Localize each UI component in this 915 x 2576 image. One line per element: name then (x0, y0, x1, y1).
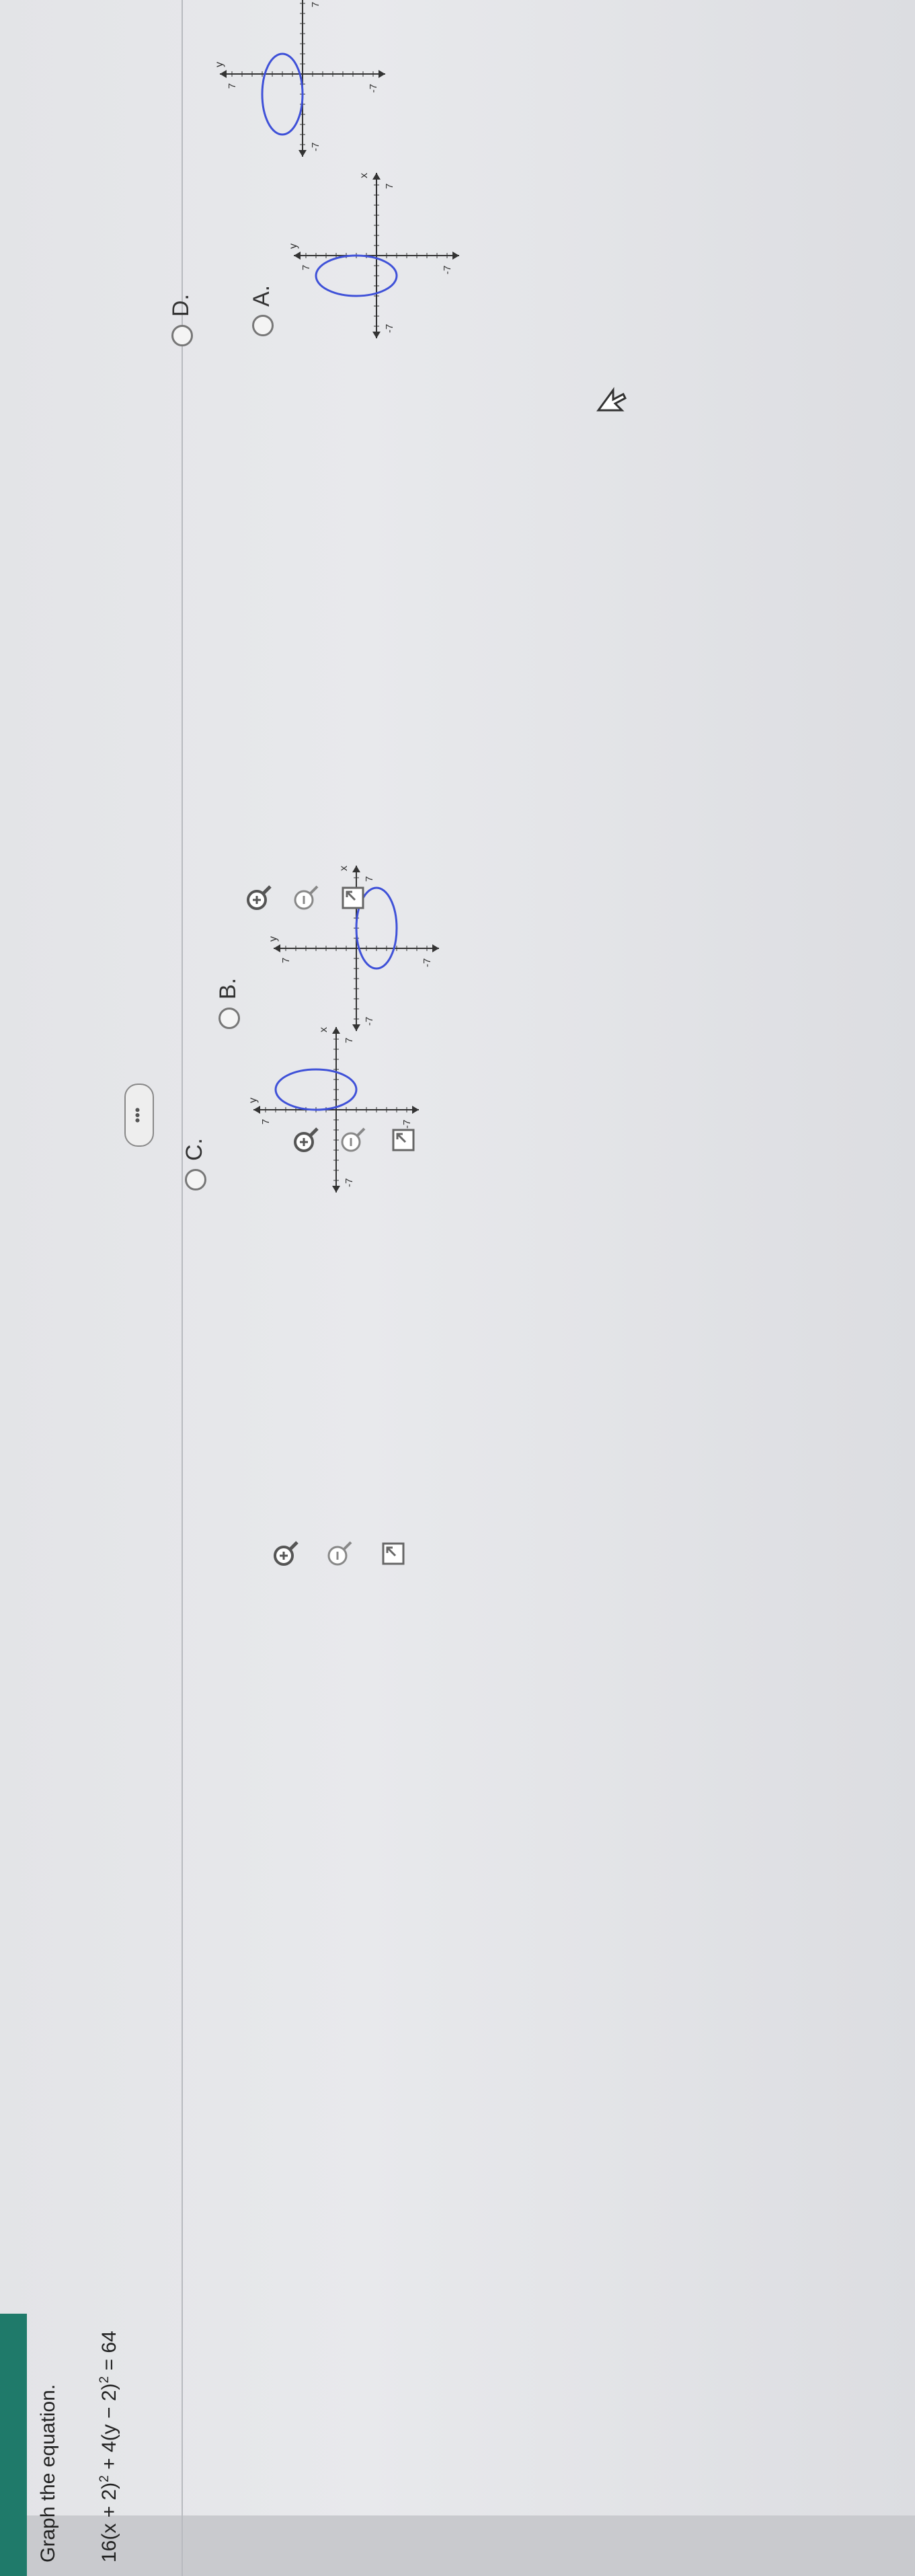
y-tick-label-pos: 7 (227, 83, 238, 89)
y-tick-label-pos: 7 (280, 958, 292, 963)
x-arrow-right (372, 173, 381, 180)
divider (182, 0, 183, 2576)
y-tick-label-neg: -7 (422, 958, 433, 967)
x-axis-label: x (358, 173, 370, 178)
zoom-out-icon (294, 881, 325, 915)
y-tick-label-neg: -7 (368, 84, 379, 93)
x-tick-label-pos: 7 (344, 1038, 355, 1043)
ellipse-curve (274, 1068, 358, 1111)
radio-icon[interactable] (218, 1008, 241, 1029)
radio-icon[interactable] (252, 315, 274, 336)
option-d-radio[interactable]: D. (168, 294, 194, 346)
radio-icon[interactable] (185, 1169, 207, 1190)
x-arrow-right (332, 1027, 340, 1034)
zoom-out-icon (327, 1537, 359, 1570)
y-axis-label: y (288, 243, 299, 249)
coordinate-plane: xy7-77-7 (214, 0, 385, 157)
ellipse-curve (261, 52, 304, 136)
page: Graph the equation. 16(x + 2)2 + 4(y − 2… (0, 0, 915, 2576)
x-tick-label-neg: -7 (310, 143, 321, 151)
mouse-cursor-icon (595, 383, 629, 417)
zoom-out-button-b[interactable] (323, 1537, 356, 1570)
question-equation: 16(x + 2)2 + 4(y − 2)2 = 64 (97, 2331, 120, 2563)
option-a-radio[interactable]: A. (249, 285, 275, 336)
option-c-radio[interactable]: C. (182, 1138, 208, 1190)
option-b-radio[interactable]: B. (215, 978, 241, 1029)
y-arrow-down (432, 944, 439, 952)
expand-button-a[interactable] (387, 1123, 420, 1157)
zoom-out-button-a[interactable] (336, 1123, 370, 1157)
x-tick-label-pos: 7 (384, 184, 395, 189)
y-axis-label: y (268, 936, 279, 942)
ellipse-curve (315, 254, 398, 297)
expand-icon (382, 1537, 413, 1570)
x-arrow-left (372, 332, 381, 338)
x-arrow-right (352, 866, 360, 872)
y-arrow-up (220, 70, 227, 78)
expand-icon (342, 881, 372, 915)
coordinate-plane: x y 7 -7 7 -7 (288, 173, 459, 338)
radio-icon[interactable] (171, 325, 194, 346)
expand-icon (392, 1123, 423, 1157)
y-arrow-down (452, 252, 459, 260)
y-arrow-up (294, 252, 301, 260)
y-tick-label-pos: 7 (260, 1119, 272, 1125)
zoom-in-button-b[interactable] (269, 1537, 303, 1570)
y-arrow-down (412, 1106, 419, 1114)
x-tick-label-neg: -7 (344, 1178, 355, 1187)
question-panel: Graph the equation. 16(x + 2)2 + 4(y − 2… (0, 0, 915, 2576)
coordinate-plane: xy7-77-7 (247, 1027, 419, 1192)
zoom-out-icon (341, 1123, 372, 1157)
expand-button-c[interactable] (336, 881, 370, 915)
zoom-in-button-a[interactable] (289, 1123, 323, 1157)
option-d-graph: xy7-77-7 (214, 0, 390, 161)
x-axis-label: x (318, 1027, 329, 1032)
x-axis-label: x (338, 866, 350, 871)
y-axis-label: y (214, 62, 225, 67)
zoom-out-button-c[interactable] (289, 881, 323, 915)
y-arrow-up (253, 1106, 260, 1114)
y-arrow-up (274, 944, 280, 952)
zoom-in-icon (294, 1123, 325, 1157)
y-arrow-down (379, 70, 385, 78)
y-axis-label: y (247, 1098, 259, 1103)
zoom-in-icon (247, 881, 278, 915)
x-arrow-left (299, 150, 307, 157)
expand-button-b[interactable] (376, 1537, 410, 1570)
y-tick-label-neg: -7 (442, 266, 453, 274)
more-button[interactable]: ••• (124, 1084, 154, 1147)
x-tick-label-neg: -7 (384, 324, 395, 333)
option-c-graph: x y 7 -7 7 -7 (247, 1022, 424, 1197)
y-tick-label-pos: 7 (301, 265, 312, 270)
zoom-in-icon (274, 1537, 305, 1570)
zoom-in-button-c[interactable] (242, 881, 276, 915)
option-a-graph: x y 7 -7 7 -7 (288, 168, 464, 343)
x-arrow-left (332, 1186, 340, 1192)
question-prompt: Graph the equation. (37, 2384, 59, 2563)
x-tick-label-pos: 7 (310, 2, 321, 7)
